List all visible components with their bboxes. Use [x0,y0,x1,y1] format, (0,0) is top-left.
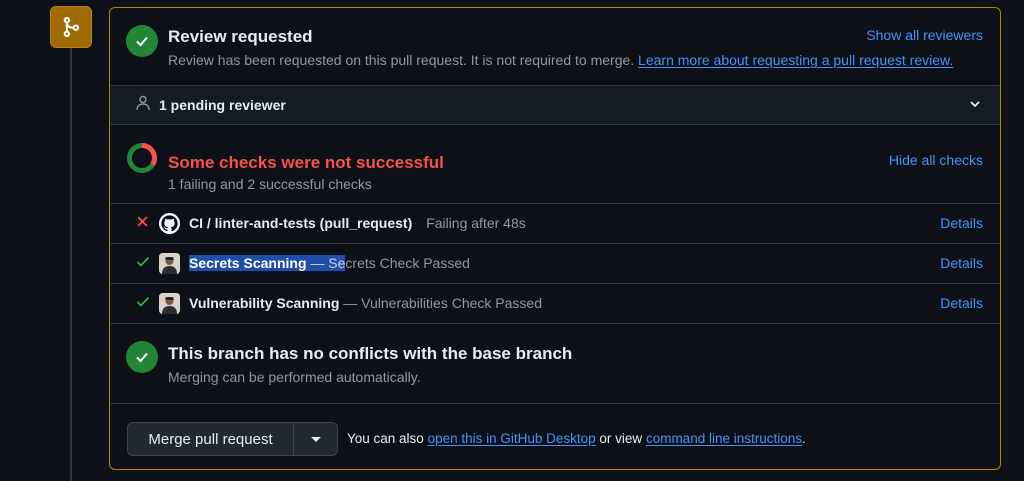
merge-pull-request-button[interactable]: Merge pull request [128,423,294,455]
merge-note-suffix: . [802,431,806,446]
review-description: Review has been requested on this pull r… [168,52,953,68]
timeline-line [70,48,72,481]
conflicts-subtitle: Merging can be performed automatically. [168,369,421,385]
check-description: Failing after 48s [426,215,526,231]
review-description-text: Review has been requested on this pull r… [168,52,635,68]
git-merge-glyph [63,16,80,38]
checks-summary: 1 failing and 2 successful checks [168,176,372,192]
check-icon [136,295,150,312]
details-link[interactable]: Details [940,255,983,271]
check-name: CI / linter-and-tests (pull_request) Fai… [189,215,526,231]
check-row: CI / linter-and-tests (pull_request) Fai… [110,203,1000,243]
review-title: Review requested [168,27,313,46]
avatar-icon [159,253,180,274]
pending-reviewer-label: 1 pending reviewer [159,97,286,113]
merge-note: You can also open this in GitHub Desktop… [347,431,806,446]
check-circle-icon [126,341,158,373]
conflicts-section: This branch has no conflicts with the ba… [110,323,1000,403]
details-link[interactable]: Details [940,215,983,231]
check-name-text: Vulnerability Scanning [189,295,340,311]
check-icon [136,255,150,272]
merge-method-dropdown[interactable] [294,423,337,455]
check-description: — Vulnerabilities Check Passed [339,295,542,311]
merge-note-middle: or view [595,431,646,446]
check-status-ring-icon [126,142,158,174]
pending-reviewer-row[interactable]: 1 pending reviewer [110,85,1000,124]
person-icon [136,95,150,116]
open-in-desktop-link[interactable]: open this in GitHub Desktop [428,431,596,446]
avatar-icon [159,293,180,314]
check-row: Secrets Scanning — Secrets Check Passed … [110,243,1000,283]
check-description: crets Check Passed [345,255,470,271]
github-logo-icon [159,213,180,234]
x-icon [136,215,149,232]
command-line-instructions-link[interactable]: command line instructions [646,431,802,446]
check-description-selected: — Se [306,255,346,271]
triangle-down-icon [310,430,321,448]
review-section: Review requested Review has been request… [110,8,1000,85]
check-name-text: CI / linter-and-tests (pull_request) [189,215,413,231]
show-all-reviewers-link[interactable]: Show all reviewers [866,27,983,43]
merge-box: Review requested Review has been request… [109,7,1001,470]
check-row: Vulnerability Scanning — Vulnerabilities… [110,283,1000,323]
checks-section: Some checks were not successful 1 failin… [110,124,1000,204]
checks-title: Some checks were not successful [168,153,444,172]
details-link[interactable]: Details [940,295,983,311]
merge-section: Merge pull request You can also open thi… [110,403,1000,469]
hide-all-checks-link[interactable]: Hide all checks [889,152,983,168]
merge-button-group: Merge pull request [127,422,338,456]
chevron-down-icon[interactable] [968,97,982,116]
merge-note-prefix: You can also [347,431,428,446]
check-name: Secrets Scanning — Secrets Check Passed [189,255,470,271]
check-name-text: Secrets Scanning [189,255,307,271]
learn-more-link[interactable]: Learn more about requesting a pull reque… [638,52,953,68]
check-circle-icon [126,25,158,57]
git-merge-icon [50,6,92,48]
check-name: Vulnerability Scanning — Vulnerabilities… [189,295,542,311]
conflicts-title: This branch has no conflicts with the ba… [168,344,573,363]
